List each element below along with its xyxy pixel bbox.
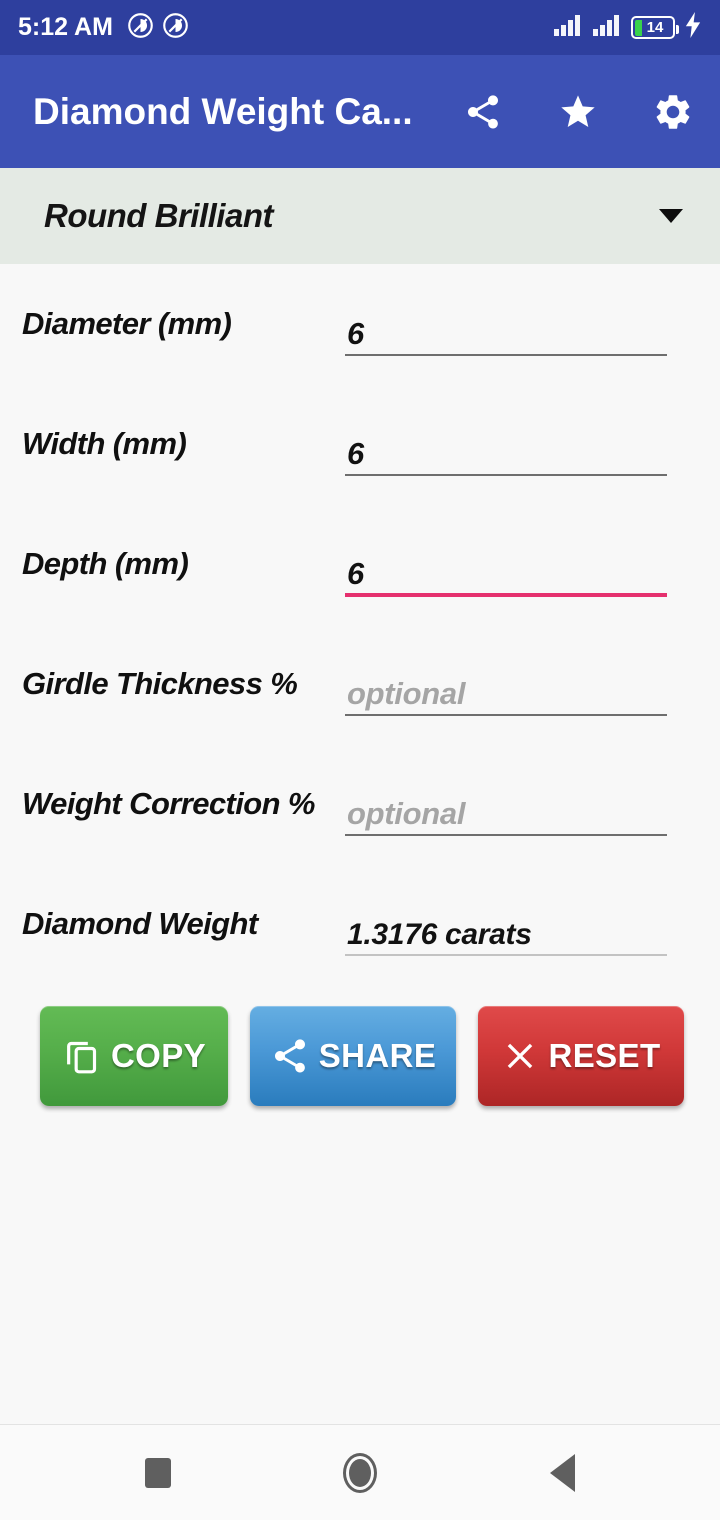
- star-icon[interactable]: [530, 55, 625, 168]
- field-value: 6: [347, 316, 364, 351]
- recents-square-icon[interactable]: [122, 1437, 194, 1509]
- field-placeholder: optional: [347, 796, 466, 831]
- girdle-thickness-input[interactable]: optional: [345, 624, 667, 744]
- shape-selector-spinner[interactable]: Round Brilliant: [0, 168, 720, 264]
- reset-button[interactable]: RESET: [478, 1006, 684, 1106]
- close-x-icon: [501, 1037, 539, 1075]
- share-icon[interactable]: [435, 55, 530, 168]
- chevron-down-icon: [659, 209, 683, 223]
- field-underline: [345, 354, 667, 356]
- form-row-width: Width (mm) 6: [0, 384, 720, 504]
- field-value: 6: [347, 556, 364, 591]
- form-label: Width (mm): [22, 426, 187, 461]
- page-title: Diamond Weight Ca...: [33, 90, 413, 132]
- depth-input[interactable]: 6: [345, 504, 667, 624]
- status-clock: 5:12 AM: [18, 13, 113, 41]
- copy-button[interactable]: COPY: [40, 1006, 228, 1106]
- calculator-form: Diameter (mm) 6 Width (mm) 6 Depth (mm) …: [0, 264, 720, 984]
- form-row-diameter: Diameter (mm) 6: [0, 264, 720, 384]
- form-label: Diamond Weight: [22, 906, 258, 941]
- battery-icon: 14: [631, 16, 679, 39]
- do-not-disturb-icon: [127, 12, 154, 44]
- field-underline-focused: [345, 593, 667, 597]
- field-underline-readonly: [345, 954, 667, 956]
- share-button-label: SHARE: [318, 1037, 437, 1074]
- gear-icon[interactable]: [625, 55, 720, 168]
- status-bar: 5:12 AM 14: [0, 0, 720, 55]
- charging-bolt-icon: [684, 12, 702, 43]
- reset-button-label: RESET: [548, 1037, 661, 1074]
- form-row-diamond-weight: Diamond Weight 1.3176 carats: [0, 864, 720, 984]
- width-input[interactable]: 6: [345, 384, 667, 504]
- app-bar-actions: [435, 55, 720, 168]
- field-underline: [345, 474, 667, 476]
- app-screen: 5:12 AM 14 Diamond Weight Ca... Round Br…: [0, 0, 720, 1520]
- result-value: 1.3176 carats: [347, 918, 532, 951]
- shape-selector-value: Round Brilliant: [44, 197, 273, 234]
- status-notification-icons: [127, 12, 189, 44]
- share-icon: [270, 1036, 310, 1076]
- field-underline: [345, 714, 667, 716]
- signal-bars-icon: [592, 13, 622, 42]
- form-label: Girdle Thickness %: [22, 666, 298, 701]
- form-row-weight-correction: Weight Correction % optional: [0, 744, 720, 864]
- form-label: Weight Correction %: [22, 786, 315, 821]
- diameter-input[interactable]: 6: [345, 264, 667, 384]
- status-system-icons: 14: [553, 12, 702, 43]
- field-placeholder: optional: [347, 676, 466, 711]
- field-underline: [345, 834, 667, 836]
- field-value: 6: [347, 436, 364, 471]
- weight-correction-input[interactable]: optional: [345, 744, 667, 864]
- home-circle-icon[interactable]: [324, 1437, 396, 1509]
- battery-percent-label: 14: [646, 19, 664, 36]
- system-navigation-bar: [0, 1425, 720, 1520]
- copy-button-label: COPY: [110, 1037, 207, 1074]
- battery-fill: [634, 19, 642, 36]
- signal-bars-icon: [553, 13, 583, 42]
- back-triangle-icon[interactable]: [526, 1437, 598, 1509]
- form-row-girdle-thickness: Girdle Thickness % optional: [0, 624, 720, 744]
- form-label: Depth (mm): [22, 546, 189, 581]
- form-row-depth: Depth (mm) 6: [0, 504, 720, 624]
- do-not-disturb-icon: [162, 12, 189, 44]
- copy-icon: [62, 1036, 102, 1076]
- form-label: Diameter (mm): [22, 306, 232, 341]
- share-button[interactable]: SHARE: [250, 1006, 456, 1106]
- diamond-weight-result: 1.3176 carats: [345, 864, 667, 984]
- app-bar: Diamond Weight Ca...: [0, 55, 720, 168]
- action-button-bar: COPY SHARE RESET: [0, 1006, 720, 1106]
